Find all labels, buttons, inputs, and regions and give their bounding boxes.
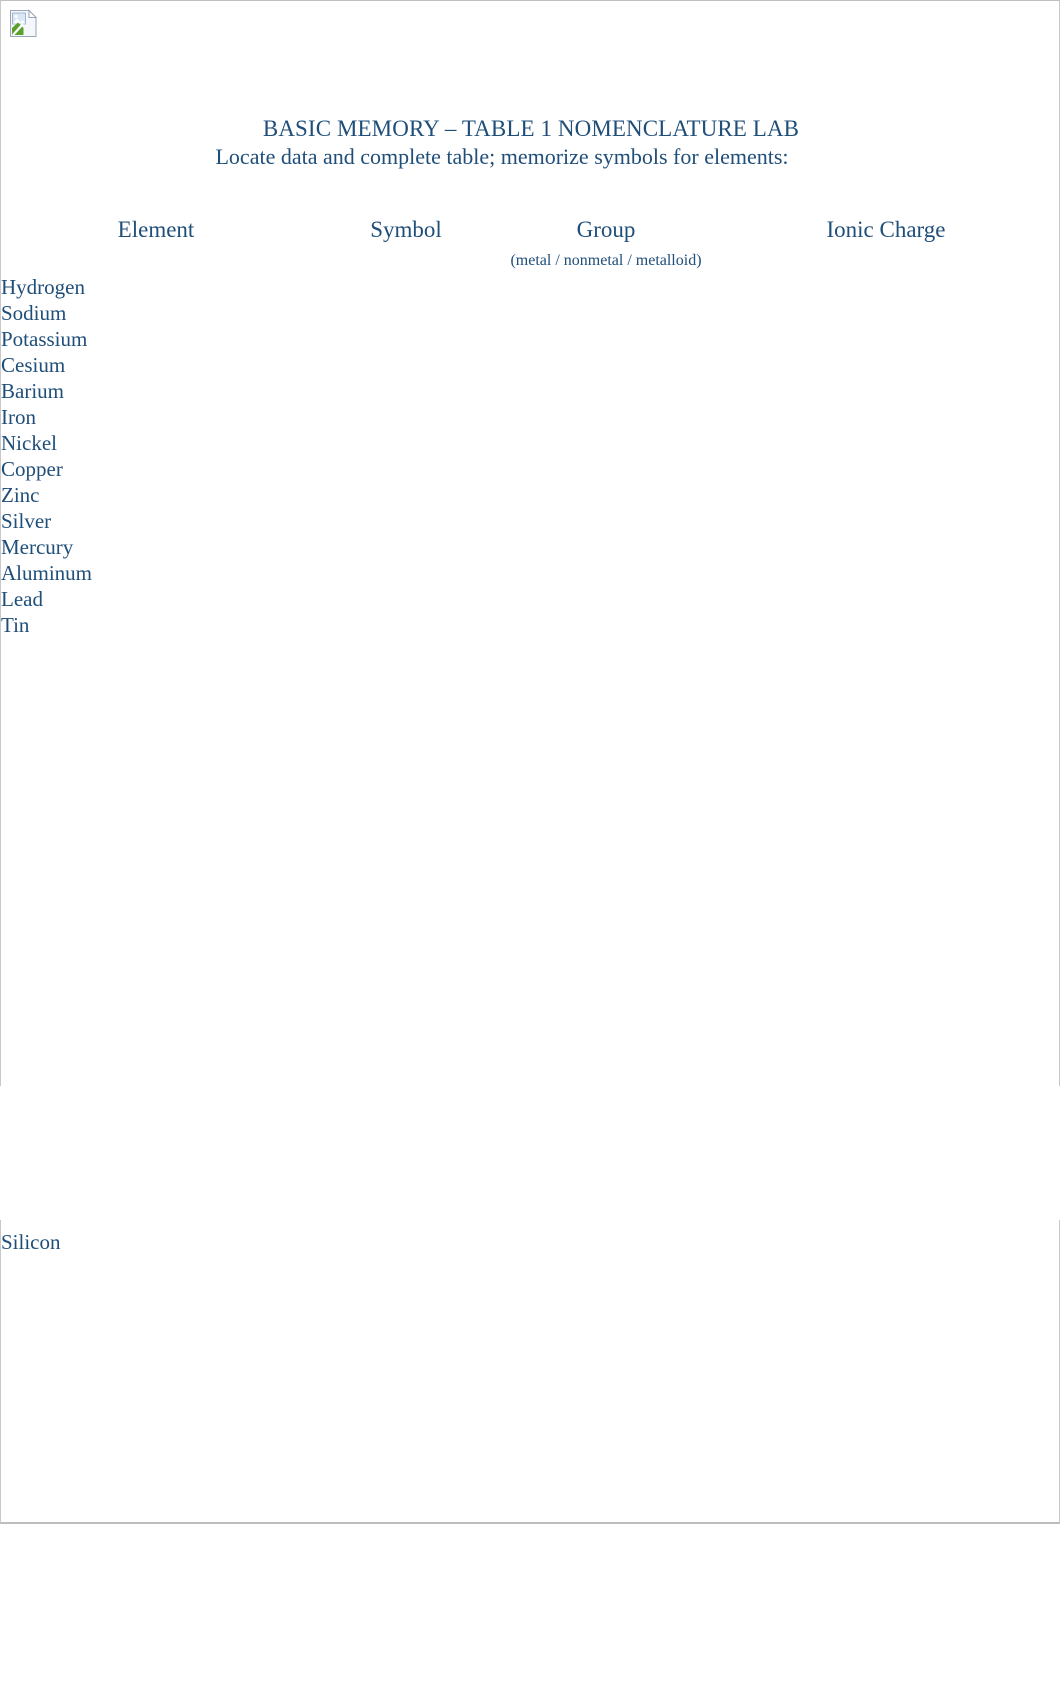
cell-element: Nickel xyxy=(1,431,57,455)
table-row: Barium xyxy=(1,378,1061,404)
cell-symbol[interactable] xyxy=(311,456,501,482)
cell-element: Aluminum xyxy=(1,561,93,585)
cell-element: Hydrogen xyxy=(1,275,85,299)
table-row: Cesium xyxy=(1,352,1061,378)
nomenclature-table-continued: Silicon xyxy=(1,1229,1059,1255)
cell-element: Mercury xyxy=(1,535,74,559)
cell-symbol[interactable] xyxy=(311,378,501,404)
cell-ionic-charge[interactable] xyxy=(711,456,1061,482)
broken-image-icon xyxy=(9,9,39,39)
cell-element: Silicon xyxy=(1,1230,61,1254)
cell-element: Potassium xyxy=(1,327,88,351)
cell-element: Lead xyxy=(1,587,43,611)
table-row: Mercury xyxy=(1,534,1061,560)
cell-group[interactable] xyxy=(501,326,711,352)
cell-ionic-charge[interactable] xyxy=(711,612,1061,638)
cell-symbol[interactable] xyxy=(311,352,501,378)
table-row: Iron xyxy=(1,404,1061,430)
column-header-element: Element xyxy=(117,217,195,242)
column-header-ionic-charge: Ionic Charge xyxy=(826,217,946,242)
cell-symbol[interactable] xyxy=(311,300,501,326)
cell-symbol[interactable] xyxy=(311,508,501,534)
cell-element: Silver xyxy=(1,509,52,533)
cell-ionic-charge[interactable] xyxy=(711,560,1061,586)
table-row: Copper xyxy=(1,456,1061,482)
cell-element: Sodium xyxy=(1,301,67,325)
cell-element: Copper xyxy=(1,457,63,481)
cell-symbol[interactable] xyxy=(311,612,501,638)
cell-group[interactable] xyxy=(501,404,711,430)
cell-ionic-charge[interactable] xyxy=(711,404,1061,430)
cell-ionic-charge[interactable] xyxy=(711,274,1061,300)
table-body-continued: Silicon xyxy=(1,1229,1059,1255)
cell-group[interactable] xyxy=(501,1229,711,1255)
cell-symbol[interactable] xyxy=(311,560,501,586)
table-body: Hydrogen Sodium Potassium Cesium Barium … xyxy=(1,274,1061,638)
document-page-1: BASIC MEMORY – TABLE 1 NOMENCLATURE LAB … xyxy=(0,0,1060,1086)
cell-group[interactable] xyxy=(501,508,711,534)
table-row: Silver xyxy=(1,508,1061,534)
cell-group[interactable] xyxy=(501,612,711,638)
cell-symbol[interactable] xyxy=(311,404,501,430)
cell-group[interactable] xyxy=(501,352,711,378)
cell-symbol[interactable] xyxy=(311,1229,501,1255)
nomenclature-table: Element Symbol Group (metal / nonmetal /… xyxy=(1,213,1061,638)
cell-group[interactable] xyxy=(501,586,711,612)
cell-element: Barium xyxy=(1,379,64,403)
column-header-symbol: Symbol xyxy=(370,217,442,242)
table-row: Hydrogen xyxy=(1,274,1061,300)
table-row: Sodium xyxy=(1,300,1061,326)
cell-ionic-charge[interactable] xyxy=(711,508,1061,534)
cell-group[interactable] xyxy=(501,378,711,404)
column-header-group: Group (metal / nonmetal / metalloid) xyxy=(510,217,702,269)
cell-symbol[interactable] xyxy=(311,586,501,612)
page-break-gap xyxy=(0,1086,1062,1220)
table-header: Element Symbol Group (metal / nonmetal /… xyxy=(1,213,1061,274)
cell-element: Tin xyxy=(1,613,30,637)
cell-element: Iron xyxy=(1,405,36,429)
cell-group[interactable] xyxy=(501,560,711,586)
cell-ionic-charge[interactable] xyxy=(711,300,1061,326)
cell-ionic-charge[interactable] xyxy=(711,378,1061,404)
table-row: Silicon xyxy=(1,1229,1059,1255)
table-row: Potassium xyxy=(1,326,1061,352)
cell-group[interactable] xyxy=(501,274,711,300)
page-title: BASIC MEMORY – TABLE 1 NOMENCLATURE LAB xyxy=(262,116,800,141)
cell-ionic-charge[interactable] xyxy=(711,1229,1059,1255)
cell-element: Cesium xyxy=(1,353,66,377)
cell-symbol[interactable] xyxy=(311,274,501,300)
cell-symbol[interactable] xyxy=(311,482,501,508)
document-page-2: Silicon xyxy=(0,1220,1060,1524)
cell-group[interactable] xyxy=(501,482,711,508)
cell-group[interactable] xyxy=(501,456,711,482)
cell-group[interactable] xyxy=(501,300,711,326)
table-row: Lead xyxy=(1,586,1061,612)
cell-ionic-charge[interactable] xyxy=(711,482,1061,508)
cell-ionic-charge[interactable] xyxy=(711,534,1061,560)
cell-group[interactable] xyxy=(501,534,711,560)
cell-symbol[interactable] xyxy=(311,534,501,560)
cell-group[interactable] xyxy=(501,430,711,456)
table-row: Zinc xyxy=(1,482,1061,508)
cell-element: Zinc xyxy=(1,483,40,507)
table-row: Aluminum xyxy=(1,560,1061,586)
table-header-row: Element Symbol Group (metal / nonmetal /… xyxy=(1,213,1061,274)
cell-ionic-charge[interactable] xyxy=(711,326,1061,352)
table-row: Tin xyxy=(1,612,1061,638)
cell-symbol[interactable] xyxy=(311,326,501,352)
page-subtitle: Locate data and complete table; memorize… xyxy=(215,144,789,169)
cell-ionic-charge[interactable] xyxy=(711,586,1061,612)
cell-ionic-charge[interactable] xyxy=(711,430,1061,456)
cell-symbol[interactable] xyxy=(311,430,501,456)
cell-ionic-charge[interactable] xyxy=(711,352,1061,378)
table-row: Nickel xyxy=(1,430,1061,456)
